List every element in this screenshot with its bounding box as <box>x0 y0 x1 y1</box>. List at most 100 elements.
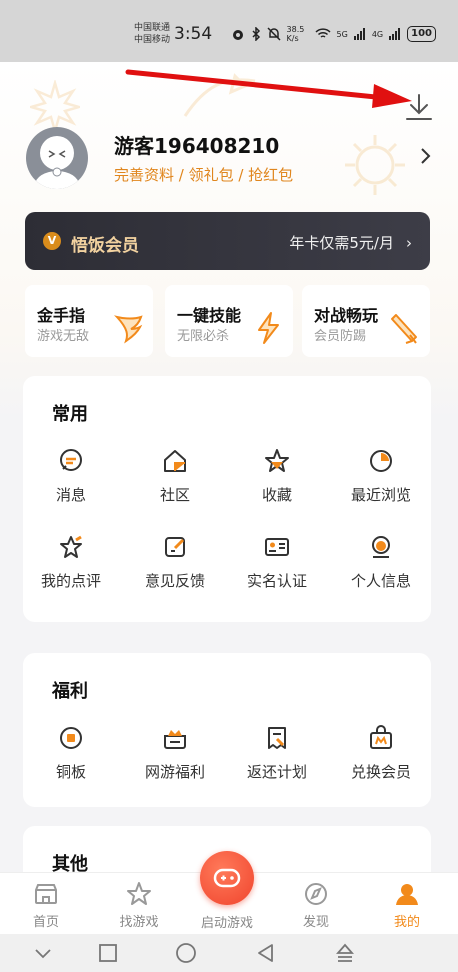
perk-subtitle: 无限必杀 <box>177 329 230 344</box>
vip-offer: 年卡仅需5元/月 <box>289 234 394 252</box>
user-filled-icon <box>396 884 418 905</box>
tab-label: 发现 <box>302 915 329 930</box>
feedback-icon <box>165 537 185 557</box>
decorative-burst-icon <box>30 80 80 130</box>
chevron-right-icon: › <box>406 234 412 252</box>
refund-icon <box>268 727 286 749</box>
status-icons: 38.5 K/s 5G 4G 100 <box>231 25 436 43</box>
wing-icon <box>114 315 143 344</box>
crown-gift-icon <box>164 730 186 749</box>
tab-find-games[interactable]: 找游戏 <box>93 873 185 930</box>
grid-item-favorites[interactable]: 收藏 <box>226 448 328 505</box>
battery-indicator: 100 <box>407 26 436 42</box>
grid-item-label: 个人信息 <box>350 572 411 590</box>
perk-card-golden-finger[interactable]: 金手指 游戏无敌 <box>25 285 153 357</box>
back-triangle-icon[interactable] <box>255 942 277 964</box>
perk-title: 金手指 <box>37 306 86 325</box>
perk-title: 对战畅玩 <box>314 306 379 325</box>
star-icon <box>265 449 289 472</box>
tab-label: 我的 <box>393 915 420 930</box>
carrier-info: 中国联通 中国移动 <box>134 22 170 46</box>
perk-subtitle: 会员防踢 <box>314 329 367 344</box>
tab-label: 找游戏 <box>119 915 159 930</box>
signal-icon <box>389 28 401 40</box>
vip-bag-icon <box>370 725 392 749</box>
person-icon <box>372 536 390 558</box>
grid-item-label: 网游福利 <box>144 763 205 781</box>
home-circle-icon[interactable] <box>175 942 197 964</box>
chevron-right-icon[interactable] <box>419 146 433 166</box>
tab-label: 首页 <box>32 915 59 930</box>
perk-title: 一键技能 <box>177 306 242 325</box>
tab-discover[interactable]: 发现 <box>270 873 362 930</box>
eject-icon[interactable] <box>334 942 356 964</box>
grid-item-personal-info[interactable]: 个人信息 <box>330 534 432 591</box>
network-speed: 38.5 K/s <box>286 25 305 43</box>
coin-icon <box>60 727 82 749</box>
message-icon <box>60 449 82 471</box>
perk-card-one-key-skill[interactable]: 一键技能 无限必杀 <box>165 285 293 357</box>
compass-icon <box>305 883 327 905</box>
vip-badge-icon: V <box>43 232 61 250</box>
grid-item-real-name[interactable]: 实名认证 <box>226 534 328 591</box>
grid-item-online-game-welfare[interactable]: 网游福利 <box>124 725 226 782</box>
grid-item-label: 铜板 <box>55 763 86 781</box>
grid-item-label: 返还计划 <box>246 763 307 781</box>
grid-item-community[interactable]: 社区 <box>124 448 226 505</box>
community-icon <box>164 450 186 472</box>
welfare-section: 福利 铜板 网游福利 返还计划 兑换会员 <box>23 653 431 807</box>
launch-game-button[interactable] <box>200 851 254 905</box>
signal-icon <box>353 28 365 40</box>
grid-item-message[interactable]: 消息 <box>20 448 122 505</box>
section-title: 福利 <box>52 681 88 702</box>
grid-item-label: 最近浏览 <box>350 486 411 504</box>
decorative-figure-icon <box>183 73 256 117</box>
recent-icon <box>370 450 392 472</box>
profile-links[interactable]: 完善资料 / 领礼包 / 抢红包 <box>114 164 293 185</box>
avatar[interactable] <box>26 127 88 189</box>
common-section: 常用 消息 社区 收藏 最近浏览 我的点评 意见反馈 实名认证 个人信息 <box>23 376 431 622</box>
alarm-icon <box>232 30 243 40</box>
username[interactable]: 游客196408210 <box>114 130 279 159</box>
mute-bell-icon <box>267 27 281 41</box>
download-icon[interactable] <box>404 92 434 122</box>
gamepad-icon <box>213 868 241 888</box>
grid-item-label: 收藏 <box>261 486 292 504</box>
status-time: 3:54 <box>174 24 213 44</box>
chevron-down-icon[interactable] <box>32 942 54 964</box>
id-card-icon <box>265 538 289 556</box>
perk-card-battle-play[interactable]: 对战畅玩 会员防踢 <box>302 285 430 357</box>
grid-item-recent[interactable]: 最近浏览 <box>330 448 432 505</box>
rocket-icon <box>391 314 417 344</box>
launch-game-label: 启动游戏 <box>200 916 253 931</box>
home-store-icon <box>35 884 57 904</box>
tab-mine[interactable]: 我的 <box>361 873 453 930</box>
decorative-sun-icon <box>345 135 405 195</box>
wifi-icon <box>315 28 331 38</box>
vip-banner[interactable]: V 悟饭会员 年卡仅需5元/月 › <box>25 212 430 270</box>
section-title: 常用 <box>52 404 88 425</box>
carrier-2: 中国移动 <box>134 35 171 45</box>
perk-subtitle: 游戏无敌 <box>37 329 90 344</box>
grid-item-coins[interactable]: 铜板 <box>20 725 122 782</box>
grid-item-my-reviews[interactable]: 我的点评 <box>20 534 122 591</box>
tab-home[interactable]: 首页 <box>0 873 92 930</box>
system-nav-bar <box>0 934 458 972</box>
recents-square-icon[interactable] <box>97 942 119 964</box>
grid-item-label: 社区 <box>159 486 190 504</box>
signal-1-label: 5G <box>336 29 348 39</box>
grid-item-label: 兑换会员 <box>350 763 411 781</box>
grid-item-label: 意见反馈 <box>144 572 205 590</box>
carrier-1: 中国联通 <box>134 23 171 33</box>
default-avatar-icon <box>35 136 79 189</box>
grid-item-redeem-vip[interactable]: 兑换会员 <box>330 725 432 782</box>
lightning-icon <box>258 312 279 344</box>
grid-item-label: 我的点评 <box>40 572 101 590</box>
grid-item-refund-plan[interactable]: 返还计划 <box>226 725 328 782</box>
bluetooth-icon <box>252 27 260 41</box>
signal-2-label: 4G <box>371 29 384 39</box>
vip-title: 悟饭会员 <box>71 236 139 256</box>
grid-item-feedback[interactable]: 意见反馈 <box>124 534 226 591</box>
grid-item-label: 消息 <box>55 486 86 504</box>
status-bar: 中国联通 中国移动 3:54 38.5 K/s 5G 4G 100 <box>0 0 458 62</box>
